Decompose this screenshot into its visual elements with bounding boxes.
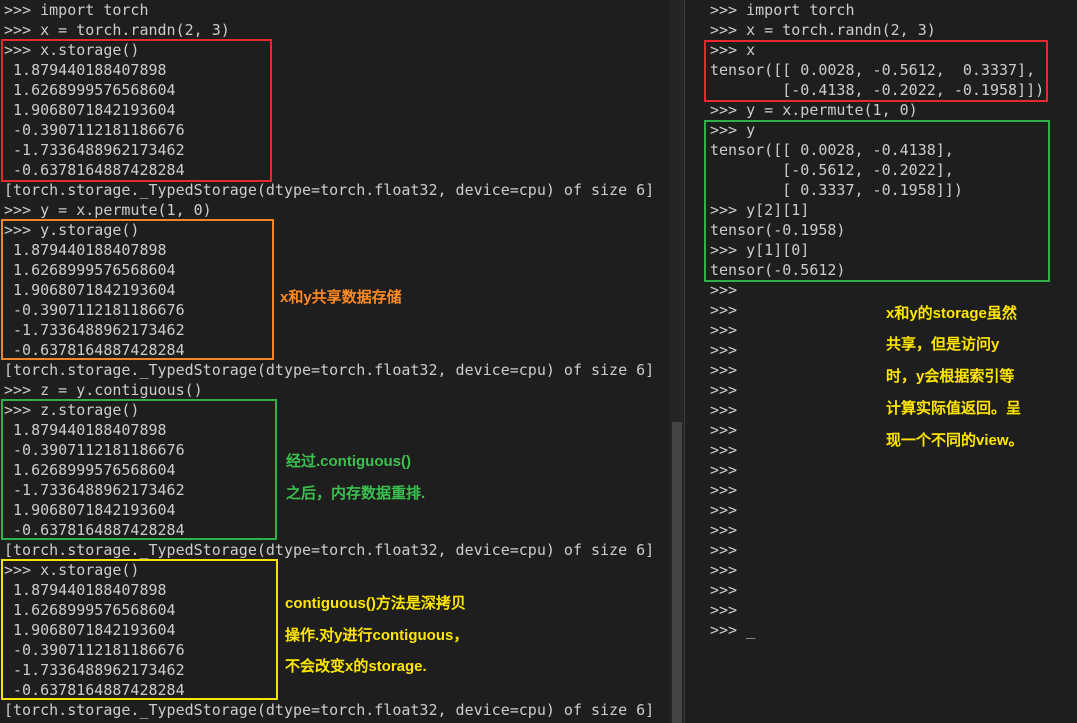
right-terminal-line: >>> [710,441,738,459]
right-terminal-line: >>> [710,461,738,479]
right-terminal-line: >>> _ [710,621,756,639]
right-terminal-line: >>> [710,581,738,599]
note-contiguous-line-2: 之后，内存数据重排. [286,485,426,502]
note-contiguous-line-1: 经过.contiguous() [286,453,411,470]
x-tensor-red-box [704,40,1048,102]
note-deepcopy-line-3: 不会改变x的storage. [285,658,427,675]
right-terminal-pane[interactable]: >>> import torch >>> x = torch.randn(2, 3… [684,0,1077,723]
y-tensor-green-box [704,120,1050,282]
note-shared-storage: x和y共享数据存储 [280,289,402,306]
right-terminal-line: >>> [710,361,738,379]
note-deepcopy-line-1: contiguous()方法是深拷贝 [285,595,466,612]
left-terminal-line: >>> x = torch.randn(2, 3) [4,21,230,39]
left-terminal-line: >>> y = x.permute(1, 0) [4,201,212,219]
left-terminal-line: >>> import torch [4,1,149,19]
left-terminal-line: [torch.storage._TypedStorage(dtype=torch… [4,181,655,199]
right-terminal-line: >>> [710,401,738,419]
x-storage-yellow-box [1,559,278,700]
right-terminal-line: >>> [710,281,738,299]
right-terminal-line: >>> [710,341,738,359]
x-storage-red-box [1,39,272,182]
right-terminal-line: >>> [710,541,738,559]
note-view-line-2: 共享，但是访问y [886,336,1000,353]
right-terminal-line: >>> [710,501,738,519]
right-terminal-line: >>> [710,301,738,319]
right-terminal-line: >>> y = x.permute(1, 0) [710,101,918,119]
right-terminal-line: >>> [710,381,738,399]
right-terminal-line: >>> import torch [710,1,855,19]
note-view-line-5: 现一个不同的view。 [886,432,1024,449]
left-terminal-line: >>> z = y.contiguous() [4,381,203,399]
right-terminal-line: >>> x = torch.randn(2, 3) [710,21,936,39]
left-terminal-line: [torch.storage._TypedStorage(dtype=torch… [4,361,655,379]
scrollbar-thumb[interactable] [672,422,682,723]
note-deepcopy-line-2: 操作.对y进行contiguous， [285,627,469,644]
z-storage-green-box [1,399,277,540]
left-terminal-line: [torch.storage._TypedStorage(dtype=torch… [4,541,655,559]
note-view-line-1: x和y的storage虽然 [886,305,1017,322]
note-view-line-4: 计算实际值返回。呈 [886,400,1022,417]
note-view-line-3: 时，y会根据索引等 [886,368,1015,385]
left-terminal-line: [torch.storage._TypedStorage(dtype=torch… [4,701,655,719]
right-terminal-line: >>> [710,561,738,579]
right-terminal-line: >>> [710,321,738,339]
right-terminal-line: >>> [710,521,738,539]
right-terminal-line: >>> [710,421,738,439]
right-terminal-line: >>> [710,601,738,619]
y-storage-orange-box [1,219,274,360]
right-terminal-line: >>> [710,481,738,499]
